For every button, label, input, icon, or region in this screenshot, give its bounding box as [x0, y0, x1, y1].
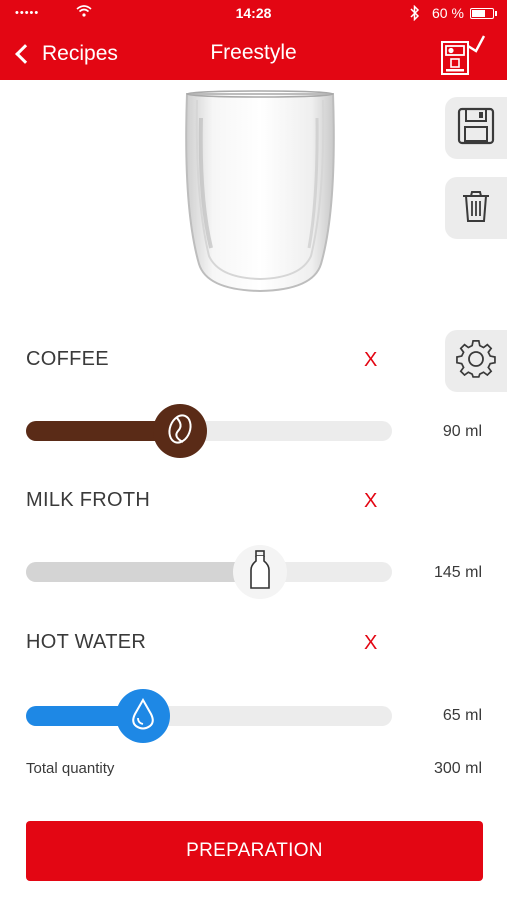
coffee-amount: 90 ml [442, 423, 482, 440]
remove-hot-water-button[interactable]: X [364, 632, 377, 655]
coffee-bean-icon [167, 413, 193, 450]
delete-button[interactable] [445, 177, 507, 239]
coffee-machine-check-icon[interactable] [438, 32, 486, 76]
milk-bottle-icon [249, 549, 271, 595]
battery-percent: 60 % [432, 5, 464, 21]
battery-icon [470, 8, 497, 19]
preparation-button[interactable]: PREPARATION [26, 821, 483, 881]
total-quantity-value: 300 ml [433, 760, 482, 777]
hot-water-slider-handle[interactable] [116, 689, 171, 743]
glass-image [175, 88, 345, 298]
save-button[interactable] [445, 97, 507, 159]
coffee-slider-track[interactable] [26, 421, 392, 441]
status-time: 14:28 [235, 5, 272, 21]
hot-water-amount: 65 ml [442, 707, 482, 724]
hot-water-slider-track[interactable] [26, 706, 392, 726]
ingredient-label-hot-water: HOT WATER [26, 631, 147, 653]
page-title: Freestyle [210, 41, 297, 64]
trash-icon [461, 189, 491, 228]
remove-milk-froth-button[interactable]: X [364, 490, 377, 513]
save-icon [456, 106, 496, 151]
remove-coffee-button[interactable]: X [364, 349, 377, 372]
status-bar: ••••• 14:28 60 % [0, 0, 507, 28]
milk-froth-slider-handle[interactable] [233, 545, 288, 599]
ingredient-label-coffee: COFFEE [26, 348, 109, 370]
milk-froth-slider-track[interactable] [26, 562, 392, 582]
nav-bar: Recipes Freestyle [0, 28, 507, 80]
total-quantity-label: Total quantity [26, 760, 115, 777]
water-drop-icon [131, 697, 155, 735]
gear-icon [456, 339, 496, 384]
coffee-slider-handle[interactable] [152, 404, 207, 458]
bluetooth-icon [410, 4, 420, 24]
milk-froth-amount: 145 ml [433, 564, 482, 581]
milk-froth-slider-fill [26, 562, 261, 582]
settings-button[interactable] [445, 330, 507, 392]
ingredient-label-milk-froth: MILK FROTH [26, 489, 151, 511]
